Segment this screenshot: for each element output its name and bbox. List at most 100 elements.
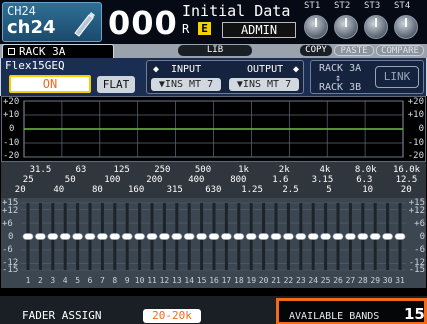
fader-knob[interactable]: [47, 233, 59, 240]
band-number: 18: [234, 276, 244, 285]
fader-knob[interactable]: [345, 233, 356, 240]
fader-scale-right-minus15: -15: [408, 265, 425, 275]
output-arrow-icon: ◆: [293, 64, 300, 75]
band-number: 14: [184, 276, 195, 285]
st2-knob-icon[interactable]: [334, 15, 358, 39]
paste-button[interactable]: PASTE: [334, 45, 374, 56]
fader-knob[interactable]: [258, 233, 269, 240]
fader-knob[interactable]: [84, 233, 96, 240]
fader-knob[interactable]: [369, 233, 381, 240]
fader-knob[interactable]: [208, 233, 220, 240]
frequency-label: 16.0k: [393, 165, 421, 175]
frequency-label: 63: [75, 165, 87, 175]
output-select-button[interactable]: ▼INS MT 7: [229, 78, 299, 91]
compare-button[interactable]: COMPARE: [376, 45, 424, 56]
flat-button[interactable]: FLAT: [97, 76, 135, 93]
st4-knob-icon[interactable]: [394, 15, 418, 39]
band-number: 30: [382, 276, 393, 285]
frequency-label: 6.3: [356, 175, 373, 185]
frequency-label: 20: [14, 185, 26, 195]
st1-label: ST1: [304, 1, 321, 11]
fader-scale-right-0: 0: [419, 232, 425, 242]
copy-button[interactable]: COPY: [300, 45, 332, 56]
channel-select-button[interactable]: CH24 ch24: [2, 2, 102, 42]
input-arrow-icon: ◆: [153, 64, 160, 75]
fader-knob[interactable]: [171, 233, 183, 240]
fader-knob[interactable]: [320, 233, 331, 240]
link-button[interactable]: LINK: [375, 66, 419, 88]
channel-number: CH24: [7, 4, 36, 18]
band-number: 27: [345, 276, 356, 285]
band-number: 9: [124, 276, 130, 285]
tab-rack-3a[interactable]: RACK 3A: [2, 44, 114, 58]
db-label-right-plus10: +10: [407, 110, 424, 120]
frequency-label: 2.5: [282, 185, 299, 195]
frequency-label: 315: [166, 185, 183, 195]
fader-scale-right-plus12: +12: [408, 206, 425, 216]
fader-knob[interactable]: [270, 233, 282, 240]
frequency-label: 250: [154, 165, 171, 175]
frequency-label: 31.5: [29, 165, 52, 175]
fader-knob[interactable]: [196, 233, 207, 240]
frequency-label: 20: [400, 185, 412, 195]
library-button[interactable]: LIB: [178, 45, 252, 56]
db-label-left-minus10: -10: [3, 138, 20, 148]
rack-b-label: RACK 3B: [319, 82, 362, 93]
fader-knob[interactable]: [382, 233, 393, 240]
fader-knob[interactable]: [121, 233, 133, 240]
fader-assign-label: FADER ASSIGN: [22, 309, 102, 322]
fader-knob[interactable]: [159, 233, 170, 240]
fader-knob[interactable]: [97, 233, 108, 240]
rack-tab-icon: [8, 48, 15, 55]
band-number: 17: [221, 276, 232, 285]
band-number: 29: [370, 276, 381, 285]
fader-scale-left-0: 0: [8, 232, 14, 242]
band-number: 7: [100, 276, 105, 285]
frequency-label: 200: [146, 175, 163, 185]
module-name: Flex15GEQ: [5, 59, 65, 72]
fader-knob[interactable]: [134, 233, 145, 240]
frequency-label: 80: [92, 185, 103, 195]
scene-edit-mark: E: [198, 22, 211, 35]
band-number: 13: [172, 276, 182, 285]
st2-label: ST2: [334, 1, 351, 11]
fader-scale-left-minus6: -6: [2, 245, 13, 255]
input-select-button[interactable]: ▼INS MT 7: [151, 78, 221, 91]
bottom-bar: FADER ASSIGN 20-20k AVAILABLE BANDS 15: [0, 296, 427, 324]
fader-knob[interactable]: [233, 233, 245, 240]
fader-knob[interactable]: [183, 233, 195, 240]
fader-knob[interactable]: [357, 233, 369, 240]
band-number: 19: [246, 276, 257, 285]
db-label-left-plus20: +20: [3, 97, 20, 107]
fader-knob[interactable]: [394, 233, 406, 240]
fader-knob[interactable]: [109, 233, 121, 240]
fader-knob[interactable]: [72, 233, 83, 240]
fader-knob[interactable]: [332, 233, 344, 240]
fader-knob[interactable]: [35, 233, 46, 240]
band-number: 15: [196, 276, 207, 285]
db-label-right-0: 0: [418, 124, 424, 134]
fader-knob[interactable]: [245, 233, 257, 240]
fader-knob[interactable]: [307, 233, 319, 240]
fader-scale-right-plus6: +6: [414, 219, 425, 229]
header-bar: CH24 ch24 000 Initial Data R E ADMIN ST1…: [0, 0, 427, 44]
fader-knob[interactable]: [59, 233, 71, 240]
fader-knob[interactable]: [22, 233, 34, 240]
st3-label: ST3: [364, 1, 381, 11]
st1-knob-icon[interactable]: [304, 15, 328, 39]
band-number: 26: [333, 276, 343, 285]
fader-assign-button[interactable]: 20-20k: [143, 309, 201, 323]
frequency-label: 1k: [238, 165, 249, 175]
fader-knob[interactable]: [295, 233, 307, 240]
scene-title: Initial Data: [182, 2, 291, 20]
band-number: 10: [134, 276, 145, 285]
fader-knob[interactable]: [146, 233, 158, 240]
frequency-label: 800: [230, 175, 247, 185]
on-button[interactable]: ON: [9, 75, 91, 93]
st3-knob-icon[interactable]: [364, 15, 388, 39]
frequency-label: 400: [188, 175, 205, 185]
scene-area[interactable]: 000 Initial Data R E ADMIN: [104, 0, 300, 44]
band-number: 28: [358, 276, 368, 285]
fader-knob[interactable]: [283, 233, 294, 240]
fader-knob[interactable]: [221, 233, 232, 240]
